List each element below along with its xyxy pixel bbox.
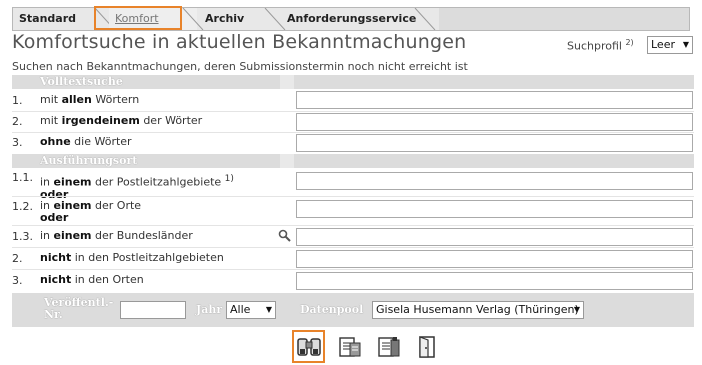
tab-label: Komfort — [115, 12, 159, 25]
export-doc-icon[interactable] — [377, 335, 401, 359]
tab-standard[interactable]: Standard — [13, 8, 99, 30]
row-number: 1.1. — [12, 171, 33, 184]
section-label: Ausführungsort — [40, 154, 138, 167]
row-number: 2. — [12, 252, 23, 265]
tab-separator — [414, 8, 436, 30]
form-row: 2. nicht in den Postleitzahlgebieten — [12, 248, 694, 269]
section-gap — [280, 154, 294, 168]
section-header-volltext: Volltextsuche — [12, 75, 694, 89]
export-list-icon[interactable] — [338, 335, 362, 359]
row-label: ohne die Wörter — [40, 135, 132, 148]
datenpool-value: Gisela Husemann Verlag (Thüringen) — [376, 303, 579, 316]
filter-bar: Veröffentl.-Nr. Jahr Alle ▼ Datenpool Gi… — [12, 293, 694, 327]
section-label: Volltextsuche — [40, 75, 123, 88]
form-row: 2. mit irgendeinem der Wörter — [12, 112, 694, 132]
binoculars-icon[interactable] — [297, 335, 321, 359]
form-row: 3. nicht in den Orten — [12, 270, 694, 292]
row-number: 2. — [12, 115, 23, 128]
suchprofil-value: Leer — [651, 38, 675, 51]
form-row: 1.2. in einem der Orte oder — [12, 197, 694, 225]
datenpool-label: Datenpool — [300, 303, 364, 316]
jahr-value: Alle — [230, 303, 251, 316]
row-number: 3. — [12, 274, 23, 287]
row-number: 3. — [12, 136, 23, 149]
tab-filler — [439, 8, 689, 30]
form-row: 1.3. in einem der Bundesländer — [12, 226, 694, 247]
row-label: mit irgendeinem der Wörter — [40, 114, 203, 127]
tab-label: Anforderungsservice — [287, 12, 417, 25]
section-gap — [280, 75, 294, 89]
row-label: nicht in den Postleitzahlgebieten — [40, 251, 224, 264]
tab-bar: Standard Komfort Archiv Anforderungsserv… — [12, 7, 690, 31]
orte-input[interactable] — [296, 200, 693, 218]
row-number: 1.2. — [12, 200, 33, 213]
nicht-plz-input[interactable] — [296, 250, 693, 268]
bundeslaender-input[interactable] — [296, 228, 693, 246]
suchprofil-sup: 2) — [625, 38, 634, 47]
suchprofil-select[interactable]: Leer ▼ — [647, 36, 693, 54]
suchprofil-label: Suchprofil 2) — [567, 38, 634, 53]
page-title: Komfortsuche in aktuellen Bekanntmachung… — [12, 31, 467, 53]
exit-door-icon[interactable] — [415, 335, 439, 359]
tab-label: Archiv — [205, 12, 245, 25]
jahr-label: Jahr — [196, 303, 223, 316]
tab-anforderungsservice[interactable]: Anforderungsservice — [281, 8, 421, 30]
row-label: in einem der Bundesländer — [40, 229, 193, 242]
row-label: mit allen Wörtern — [40, 93, 140, 106]
volltext-ohne-input[interactable] — [296, 134, 693, 152]
suchprofil-text: Suchprofil — [567, 39, 622, 53]
form-row: 1. mit allen Wörtern — [12, 89, 694, 111]
tab-label: Standard — [19, 12, 77, 25]
magnifier-icon[interactable] — [278, 229, 292, 243]
row-label: in einem der Orte oder — [40, 199, 142, 224]
row-number: 1. — [12, 94, 23, 107]
chevron-down-icon: ▼ — [573, 305, 580, 314]
datenpool-select[interactable]: Gisela Husemann Verlag (Thüringen) ▼ — [372, 301, 584, 319]
page-subtitle: Suchen nach Bekanntmachungen, deren Subm… — [12, 60, 468, 73]
form-row: 1.1. in einem der Postleitzahlgebiete 1)… — [12, 168, 694, 200]
row-number: 1.3. — [12, 230, 33, 243]
jahr-select[interactable]: Alle ▼ — [226, 301, 276, 319]
veroeff-label: Veröffentl.-Nr. — [44, 296, 114, 321]
section-header-ort: Ausführungsort — [12, 154, 694, 168]
volltext-alle-input[interactable] — [296, 91, 693, 109]
row-label: nicht in den Orten — [40, 273, 144, 286]
volltext-irgendeinem-input[interactable] — [296, 113, 693, 131]
form-row: 3. ohne die Wörter — [12, 133, 694, 153]
chevron-down-icon: ▼ — [265, 305, 272, 314]
chevron-down-icon: ▼ — [682, 40, 689, 49]
veroeff-input[interactable] — [120, 301, 186, 319]
plz-input[interactable] — [296, 172, 693, 190]
nicht-orte-input[interactable] — [296, 272, 693, 290]
